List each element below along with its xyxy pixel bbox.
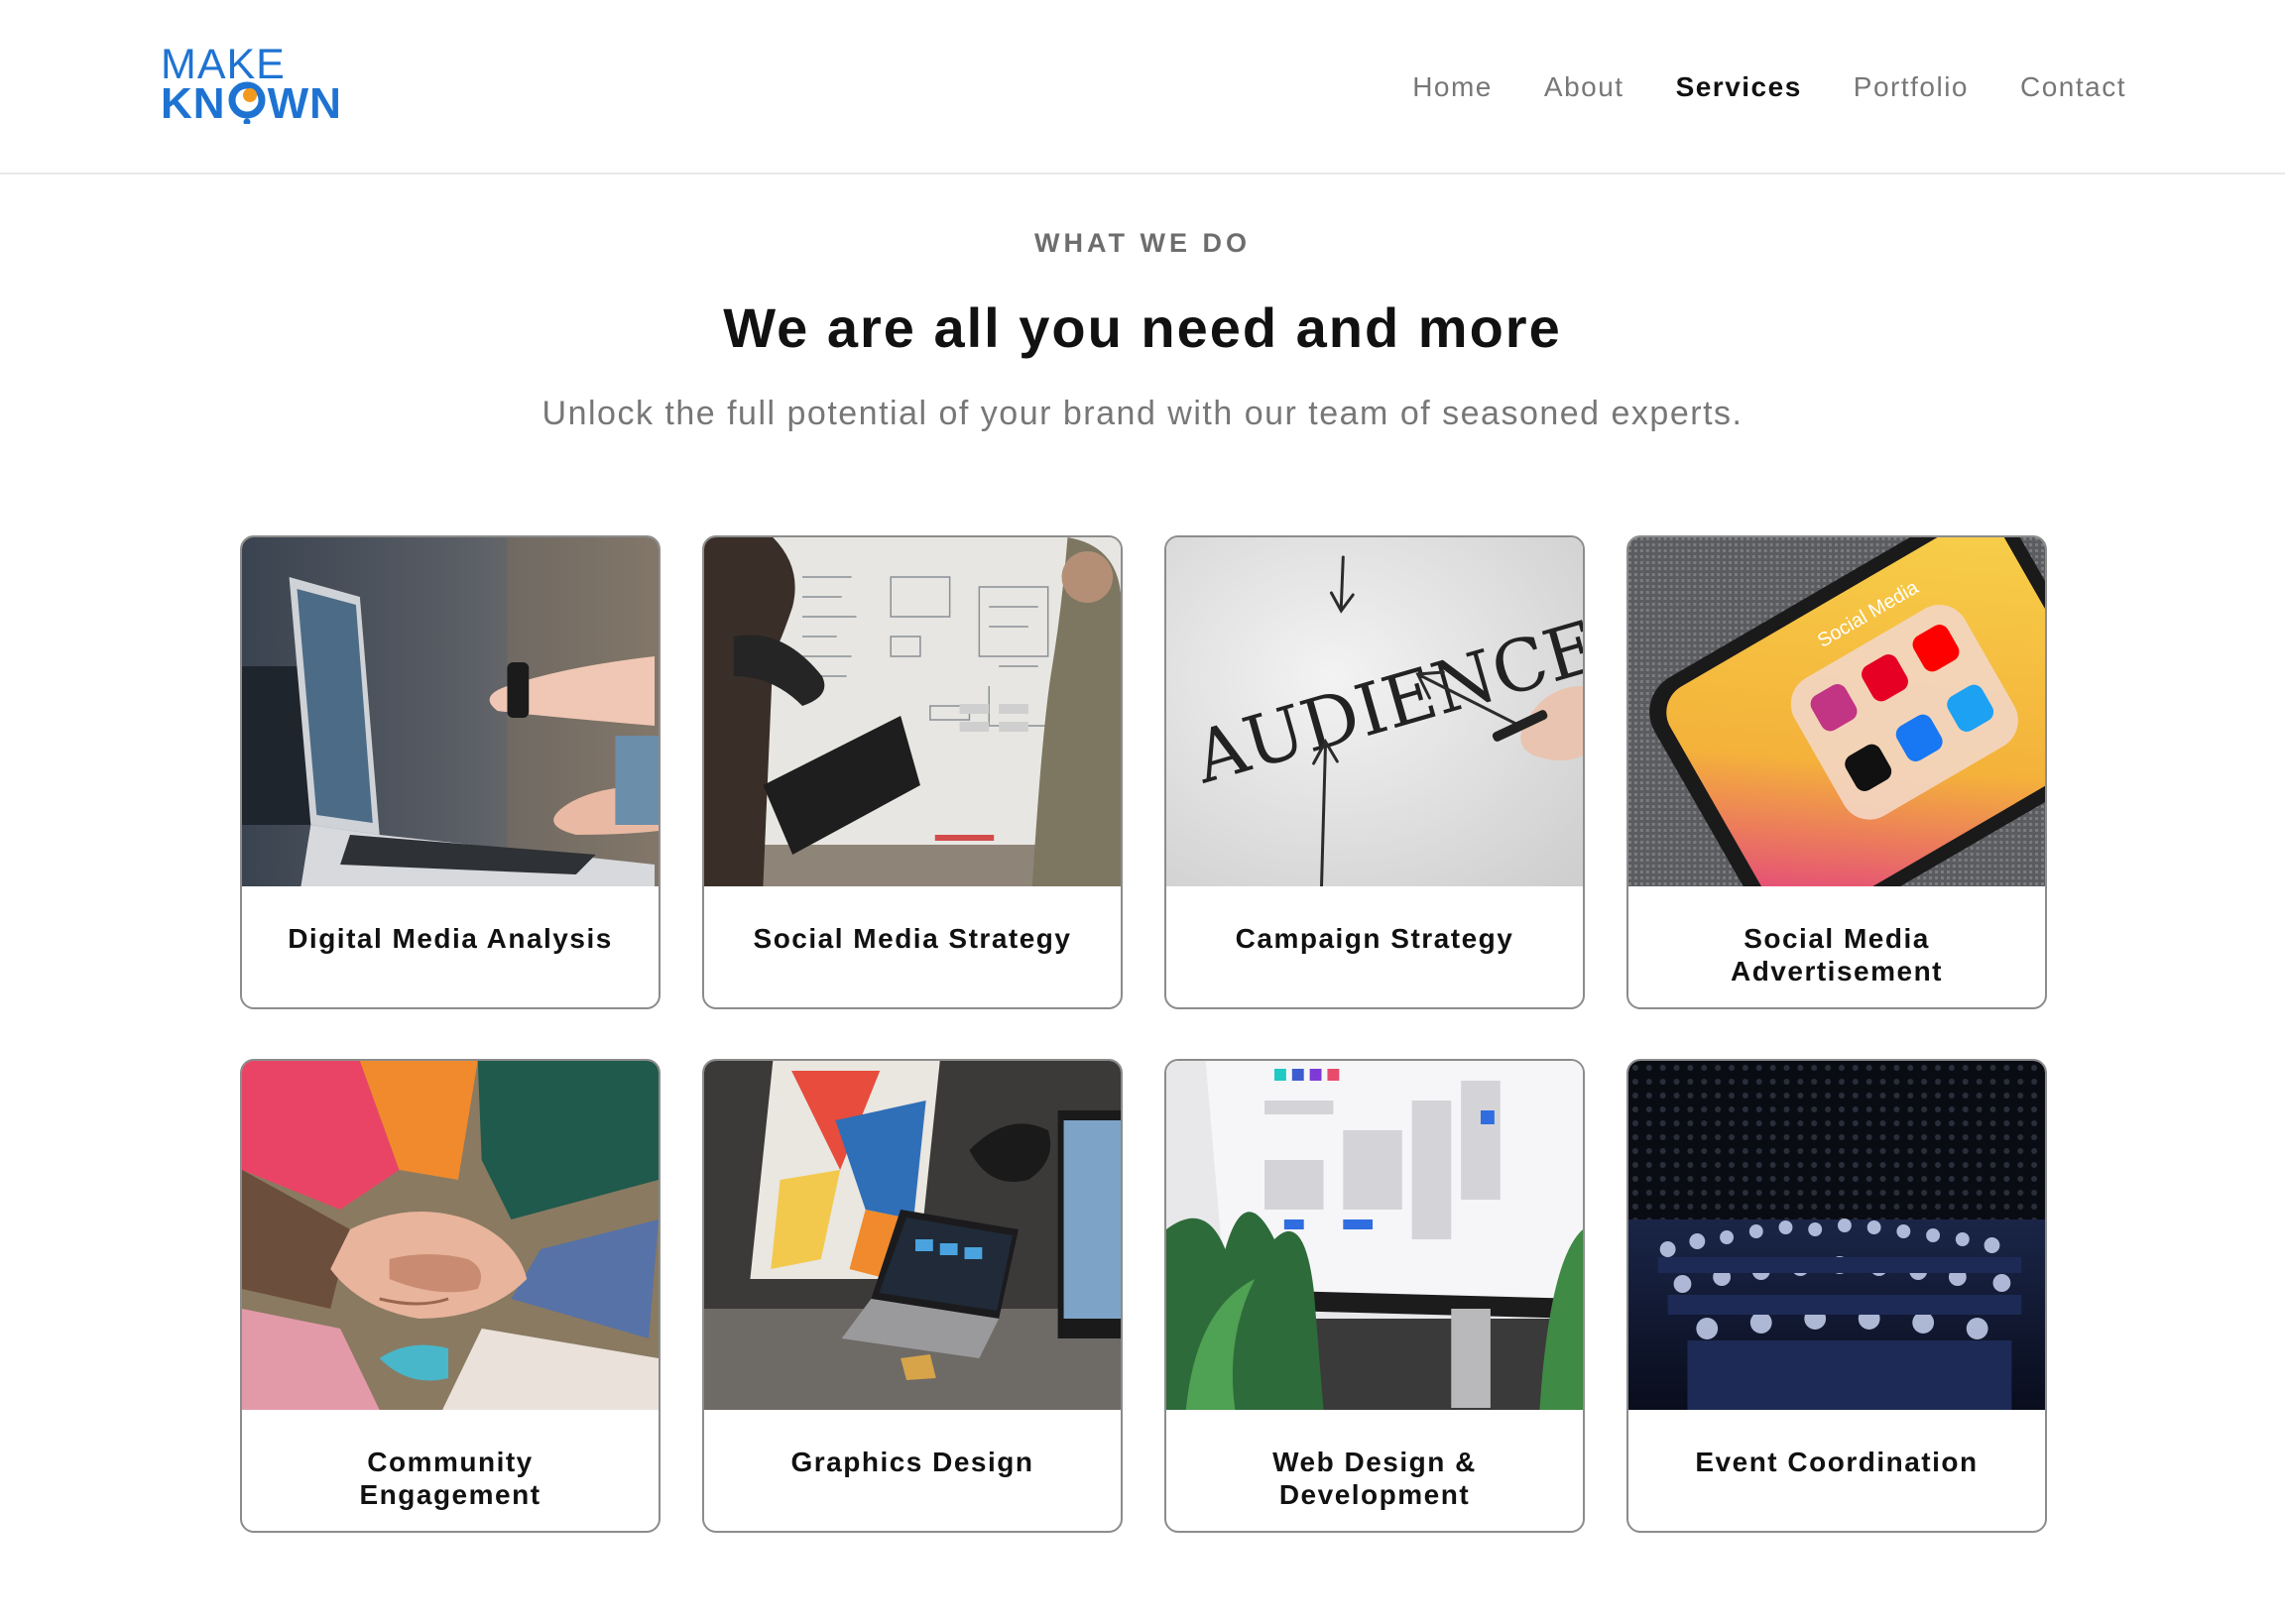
service-card-community-engagement[interactable]: Community Engagement [240,1059,661,1533]
service-card-campaign-strategy[interactable]: AUDIENCE Campaign Strategy [1164,535,1585,1009]
service-label: Campaign Strategy [1235,923,1514,954]
laptop-pointing-photo [242,537,659,886]
nav-home[interactable]: Home [1412,65,1493,109]
stacked-hands-photo [242,1061,659,1410]
site-header: MAKE KN WN Home About Services Portfolio … [0,0,2285,174]
logo-text-known: KN WN [161,81,342,127]
conference-audience-photo [1628,1061,2045,1410]
section-eyebrow: WHAT WE DO [1034,228,1251,258]
service-card-social-media-advertisement[interactable]: Social Media Social Media Advertisement [1626,535,2047,1009]
service-card-event-coordination[interactable]: Event Coordination [1626,1059,2047,1533]
nav-contact[interactable]: Contact [2020,65,2126,109]
service-label: Social Media Advertisement [1730,923,1943,986]
service-card-web-design-development[interactable]: Web Design & Development [1164,1059,1585,1533]
phone-social-apps-photo: Social Media [1628,537,2045,886]
service-card-graphics-design[interactable]: Graphics Design [702,1059,1123,1533]
nav-services[interactable]: Services [1676,65,1802,109]
logo-text-kn: KN [161,79,226,128]
logo-text-wn: WN [267,79,342,128]
logo-o-icon [226,81,268,124]
service-card-digital-media-analysis[interactable]: Digital Media Analysis [240,535,661,1009]
designer-desk-photo [704,1061,1121,1410]
service-label: Community Engagement [359,1447,541,1510]
service-label: Digital Media Analysis [288,923,613,954]
service-label: Web Design & Development [1272,1447,1477,1510]
main-nav: Home About Services Portfolio Contact [1412,65,2126,109]
brand-logo[interactable]: MAKE KN WN [161,44,349,131]
whiteboard-team-photo [704,537,1121,886]
nav-portfolio[interactable]: Portfolio [1854,65,1969,109]
service-label: Social Media Strategy [753,923,1072,954]
service-card-social-media-strategy[interactable]: Social Media Strategy [702,535,1123,1009]
audience-whiteboard-photo: AUDIENCE [1166,537,1583,886]
section-subtitle: Unlock the full potential of your brand … [541,395,1744,432]
nav-about[interactable]: About [1544,65,1624,109]
monitor-ui-kit-photo [1166,1061,1583,1410]
section-title: We are all you need and more [723,296,1562,359]
services-grid: Digital Media Analysis Social Media Stra… [240,535,2047,1533]
service-label: Graphics Design [790,1447,1034,1477]
service-label: Event Coordination [1695,1447,1979,1477]
